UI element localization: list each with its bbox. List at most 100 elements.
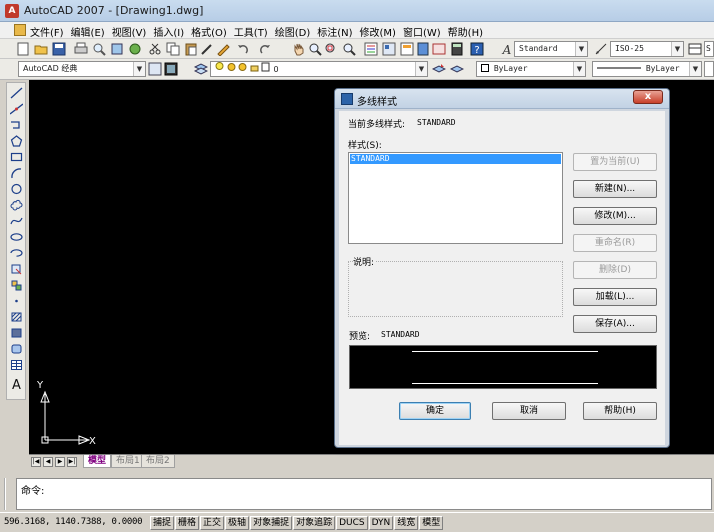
design-center-icon[interactable] [382, 42, 396, 56]
redo-icon[interactable] [258, 42, 272, 56]
tool-palettes-icon[interactable] [400, 42, 414, 56]
lineweight-combo[interactable] [704, 61, 714, 77]
new-file-icon[interactable] [16, 42, 30, 56]
menu-help[interactable]: 帮助(H) [448, 24, 490, 39]
next-tab-button[interactable]: ▶ [55, 457, 65, 467]
make-block-icon[interactable] [10, 279, 23, 291]
list-item[interactable]: STANDARD [350, 154, 561, 164]
tab-layout1[interactable]: 布局1 [111, 455, 145, 468]
zoom-previous-icon[interactable] [342, 42, 356, 56]
polar-toggle[interactable]: 极轴 [225, 516, 250, 530]
menu-modify[interactable]: 修改(M) [360, 24, 403, 39]
zoom-window-icon[interactable] [324, 42, 338, 56]
delete-button[interactable]: 删除(D) [573, 261, 657, 279]
menu-tools[interactable]: 工具(T) [234, 24, 275, 39]
dialog-title-bar[interactable]: 多线样式 x [335, 89, 669, 109]
circle-icon[interactable] [10, 183, 23, 195]
layer-properties-icon[interactable] [194, 62, 208, 76]
open-folder-icon[interactable] [34, 42, 48, 56]
construction-line-icon[interactable] [10, 103, 23, 115]
sheet-set-icon[interactable] [416, 42, 430, 56]
ellipse-arc-icon[interactable] [10, 247, 23, 259]
paste-icon[interactable] [184, 42, 198, 56]
set-current-button[interactable]: 置为当前(U) [573, 153, 657, 171]
line-icon[interactable] [10, 87, 23, 99]
point-icon[interactable] [10, 295, 23, 307]
menu-format[interactable]: 格式(O) [191, 24, 234, 39]
dim-style-icon[interactable] [594, 42, 608, 56]
rename-button[interactable]: 重命名(R) [573, 234, 657, 252]
coordinate-readout[interactable]: 596.3168, 1140.7388, 0.0000 [4, 517, 143, 527]
document-icon[interactable] [14, 24, 26, 36]
region-icon[interactable] [10, 343, 23, 355]
grid-toggle[interactable]: 栅格 [175, 516, 200, 530]
table-style-icon[interactable] [688, 42, 702, 56]
dim-style-combo[interactable]: ISO-25 ▼ [610, 41, 684, 57]
new-button[interactable]: 新建(N)... [573, 180, 657, 198]
properties-icon[interactable] [364, 42, 378, 56]
text-style-combo[interactable]: Standard ▼ [514, 41, 588, 57]
layer-previous-icon[interactable] [450, 62, 464, 76]
dyn-toggle[interactable]: DYN [368, 516, 394, 530]
previous-tab-button[interactable]: ◀ [43, 457, 53, 467]
tab-model[interactable]: 模型 [83, 455, 112, 468]
gradient-icon[interactable] [10, 327, 23, 339]
workspace-combo[interactable]: AutoCAD 经典 ▼ [18, 61, 146, 77]
copy-icon[interactable] [166, 42, 180, 56]
help-button[interactable]: 帮助(H) [583, 402, 657, 420]
styles-list[interactable]: STANDARD [348, 152, 563, 244]
table-icon[interactable] [10, 359, 23, 371]
menu-view[interactable]: 视图(V) [112, 24, 154, 39]
make-layer-current-icon[interactable] [432, 62, 446, 76]
spline-icon[interactable] [10, 215, 23, 227]
ducs-toggle[interactable]: DUCS [336, 516, 368, 530]
first-tab-button[interactable]: |◀ [31, 457, 41, 467]
snap-toggle[interactable]: 捕捉 [150, 516, 175, 530]
text-style-icon[interactable]: A [500, 42, 514, 56]
match-properties-icon[interactable] [200, 42, 214, 56]
close-button[interactable]: x [633, 90, 663, 104]
arc-icon[interactable] [10, 167, 23, 179]
save-icon[interactable] [52, 42, 66, 56]
polygon-icon[interactable] [10, 135, 23, 147]
plot-preview-icon[interactable] [92, 42, 106, 56]
last-tab-button[interactable]: ▶| [67, 457, 77, 467]
menu-window[interactable]: 窗口(W) [403, 24, 448, 39]
help-icon[interactable]: ? [470, 42, 484, 56]
cancel-button[interactable]: 取消 [492, 402, 566, 420]
menu-edit[interactable]: 编辑(E) [71, 24, 112, 39]
ellipse-icon[interactable] [10, 231, 23, 243]
load-button[interactable]: 加载(L)... [573, 288, 657, 306]
workspace-settings-icon[interactable] [148, 62, 162, 76]
tab-layout2[interactable]: 布局2 [141, 455, 175, 468]
linetype-combo[interactable]: ByLayer ▼ [592, 61, 702, 77]
publish-icon[interactable] [110, 42, 124, 56]
color-combo[interactable]: ByLayer ▼ [476, 61, 586, 77]
quickcalc-icon[interactable] [450, 42, 464, 56]
menu-draw[interactable]: 绘图(D) [275, 24, 318, 39]
osnap-toggle[interactable]: 对象捕捉 [250, 516, 293, 530]
cut-icon[interactable] [148, 42, 162, 56]
ortho-toggle[interactable]: 正交 [200, 516, 225, 530]
my-workspace-icon[interactable] [164, 62, 178, 76]
rectangle-icon[interactable] [10, 151, 23, 163]
modify-button[interactable]: 修改(M)... [573, 207, 657, 225]
save-button[interactable]: 保存(A)... [573, 315, 657, 333]
command-window-grip[interactable] [4, 478, 12, 510]
menu-file[interactable]: 文件(F) [30, 24, 71, 39]
table-style-combo[interactable]: S [704, 41, 714, 57]
block-editor-icon[interactable] [216, 42, 230, 56]
command-line[interactable]: 命令: [16, 478, 712, 510]
hatch-icon[interactable] [10, 311, 23, 323]
multiline-text-icon[interactable]: A [10, 377, 23, 391]
undo-icon[interactable] [236, 42, 250, 56]
zoom-realtime-icon[interactable] [308, 42, 322, 56]
revision-cloud-icon[interactable] [10, 199, 23, 211]
menu-insert[interactable]: 插入(I) [153, 24, 191, 39]
markup-icon[interactable] [432, 42, 446, 56]
3d-dwf-icon[interactable] [128, 42, 142, 56]
otrack-toggle[interactable]: 对象追踪 [293, 516, 336, 530]
lineweight-toggle[interactable]: 线宽 [394, 516, 419, 530]
ok-button[interactable]: 确定 [399, 402, 471, 420]
layer-combo[interactable]: 0 ▼ [210, 61, 428, 77]
